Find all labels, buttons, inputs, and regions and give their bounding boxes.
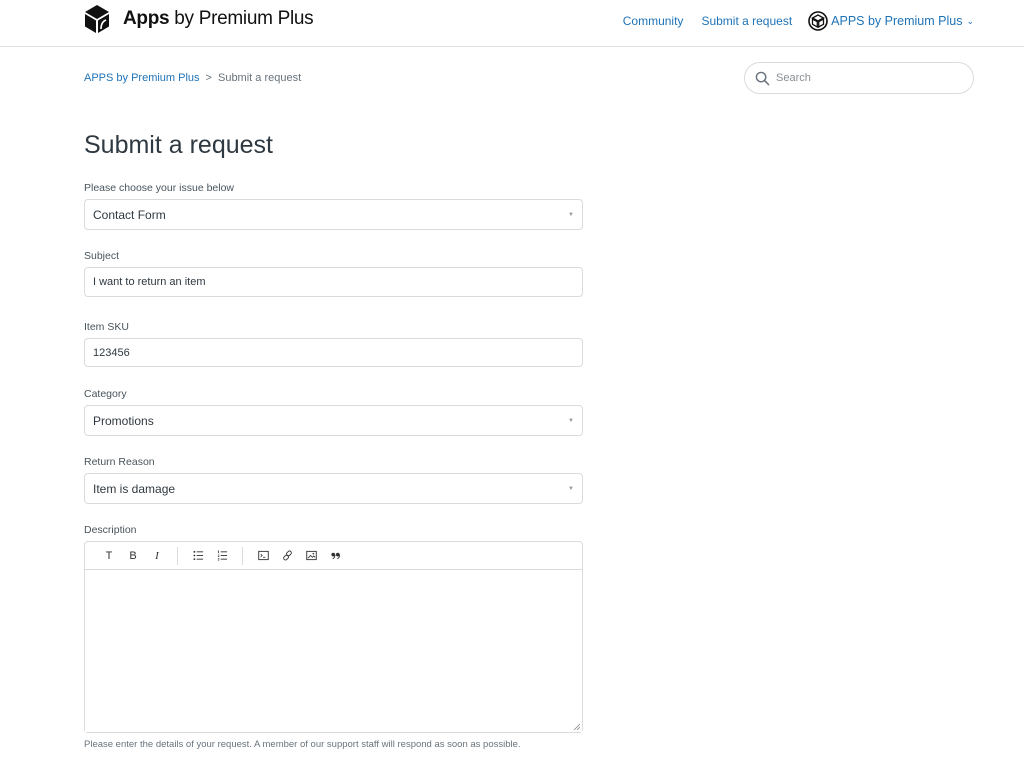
site-header: Apps by Premium Plus Community Submit a … [0,0,1024,47]
brand-name: Apps by Premium Plus [123,8,314,30]
return-reason-select[interactable]: Item is damage ▼ [84,473,583,504]
description-hint: Please enter the details of your request… [84,739,521,750]
blockquote-button[interactable] [323,546,347,566]
sku-input[interactable] [93,346,582,359]
numbered-list-button[interactable] [210,546,234,566]
link-icon [282,550,292,561]
image-icon [305,550,317,561]
description-label: Description [84,524,137,536]
bullet-list-button[interactable] [186,546,210,566]
toolbar-divider [242,546,243,565]
chevron-down-icon: ⌄ [966,15,974,26]
breadcrumb: APPS by Premium Plus > Submit a request [84,72,301,84]
top-nav: Community Submit a request APPS by Premi… [605,11,974,31]
subject-input[interactable] [93,276,582,288]
description-editor: T B I [84,541,583,733]
search-input[interactable] [776,72,956,84]
breadcrumb-home-link[interactable]: APPS by Premium Plus [84,72,200,84]
nav-submit-request-link[interactable]: Submit a request [701,14,792,28]
quote-icon [330,552,340,560]
issue-select[interactable]: Contact Form ▼ [84,199,583,230]
user-avatar-icon [808,11,828,31]
numbered-list-icon [217,550,227,561]
search-icon [755,71,770,85]
page-title: Submit a request [84,131,273,159]
breadcrumb-separator: > [205,72,212,84]
bold-button[interactable]: B [121,546,145,566]
search-box[interactable] [744,62,974,94]
dropdown-caret-icon: ▼ [568,417,574,424]
category-label: Category [84,388,127,400]
brand-logo[interactable]: Apps by Premium Plus [84,4,314,34]
user-menu-label: APPS by Premium Plus [831,14,963,28]
subject-field-box [84,267,583,297]
user-menu[interactable]: APPS by Premium Plus ⌄ [808,11,974,31]
sku-field-box [84,338,583,367]
toolbar-divider [177,546,178,565]
issue-select-value: Contact Form [93,207,166,222]
code-block-icon [257,550,269,561]
image-button[interactable] [299,546,323,566]
italic-button[interactable]: I [145,546,169,566]
brand-name-rest: by Premium Plus [169,8,314,29]
code-block-button[interactable] [251,546,275,566]
brand-name-bold: Apps [123,8,170,29]
return-reason-select-value: Item is damage [93,481,176,496]
text-format-button[interactable]: T [97,546,121,566]
italic-icon: I [155,549,159,562]
resize-handle-icon[interactable] [573,723,580,730]
editor-toolbar: T B I [85,542,582,570]
bullet-list-icon [192,550,203,561]
category-select-value: Promotions [93,413,154,428]
cube-logo-icon [84,4,110,34]
sku-label: Item SKU [84,321,129,333]
category-select[interactable]: Promotions ▼ [84,405,583,436]
dropdown-caret-icon: ▼ [568,485,574,492]
return-reason-label: Return Reason [84,456,155,468]
breadcrumb-current: Submit a request [217,72,302,84]
issue-label: Please choose your issue below [84,182,235,194]
subject-label: Subject [84,250,120,262]
dropdown-caret-icon: ▼ [568,211,574,218]
description-textarea[interactable] [85,570,582,732]
bold-icon: B [129,549,137,562]
text-format-icon: T [105,549,113,562]
link-button[interactable] [275,546,299,566]
nav-community-link[interactable]: Community [623,14,684,28]
